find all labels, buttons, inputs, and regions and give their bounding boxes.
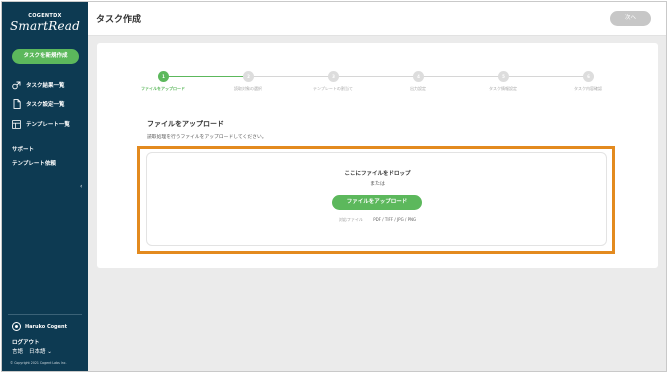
step-connector <box>424 76 503 77</box>
document-icon <box>12 99 21 109</box>
page-title: タスク作成 <box>96 15 142 25</box>
step-3-label: テンプレートの割当て <box>313 86 353 91</box>
avatar <box>12 322 21 331</box>
sidebar-item-label: テンプレート一覧 <box>26 122 70 128</box>
page-header: タスク作成 次へ <box>88 2 666 36</box>
template-icon <box>12 119 21 129</box>
step-connector <box>339 76 418 77</box>
step-6-dot: 6 <box>583 71 594 82</box>
language-row: 言語 日本語 ⌄ <box>12 347 52 355</box>
drop-or-text: または <box>369 181 385 187</box>
step-connector <box>169 76 248 77</box>
step-2-dot: 2 <box>243 71 254 82</box>
sidebar-item-task-settings[interactable]: タスク設定一覧 <box>12 98 65 110</box>
sidebar-item-templates[interactable]: テンプレート一覧 <box>12 118 70 130</box>
step-5-dot: 5 <box>498 71 509 82</box>
supported-file-types: 対応ファイル PDF / TIFF / JPG / PNG <box>147 217 608 223</box>
language-select[interactable]: 日本語 ⌄ <box>29 347 52 355</box>
step-4-label: 出力設定 <box>410 86 426 91</box>
sidebar-divider <box>8 314 82 315</box>
step-1-dot: 1 <box>158 71 169 82</box>
template-request-link[interactable]: テンプレート依頼 <box>12 159 56 167</box>
sidebar-item-task-results[interactable]: タスク結果一覧 <box>12 79 65 91</box>
stepper: 1 2 3 4 5 6 ファイルをアップロード 読取対象の選択 テンプレートの割… <box>97 43 658 103</box>
logout-link[interactable]: ログアウト <box>12 338 40 346</box>
step-2-label: 読取対象の選択 <box>234 86 262 91</box>
supported-types-value: PDF / TIFF / JPG / PNG <box>373 217 417 222</box>
drop-title: ここにファイルをドロップ <box>344 171 411 177</box>
copyright: © Copyright 2021 Cogent Labs Inc. <box>10 361 67 365</box>
supported-label: 対応ファイル <box>338 217 363 222</box>
user-profile[interactable]: Haruko Cogent <box>12 322 67 331</box>
collapse-sidebar-icon[interactable]: ‹ <box>80 183 82 190</box>
sidebar-item-label: タスク設定一覧 <box>26 102 65 108</box>
next-button[interactable]: 次へ <box>610 11 651 26</box>
language-label: 言語 <box>12 349 24 355</box>
section-description: 読取処理を行うファイルをアップロードしてください。 <box>147 135 267 140</box>
step-3-dot: 3 <box>328 71 339 82</box>
user-name: Haruko Cogent <box>25 323 67 330</box>
section-title: ファイルをアップロード <box>147 120 224 128</box>
step-connector <box>509 76 588 77</box>
step-5-label: タスク情報設定 <box>489 86 517 91</box>
sidebar: COGENTDX SmartRead タスクを新規作成 タスク結果一覧 タスク設… <box>2 2 88 371</box>
support-link[interactable]: サポート <box>12 145 34 153</box>
brand-logo[interactable]: SmartRead <box>2 19 88 33</box>
task-results-icon <box>12 80 21 90</box>
file-dropzone[interactable]: ここにファイルをドロップ または ファイルをアップロード 対応ファイル PDF … <box>146 152 607 246</box>
step-connector <box>254 76 333 77</box>
step-1-label: ファイルをアップロード <box>141 86 185 91</box>
sidebar-item-label: タスク結果一覧 <box>26 83 65 89</box>
step-6-label: タスク内容確認 <box>574 86 602 91</box>
new-task-button[interactable]: タスクを新規作成 <box>12 49 79 64</box>
step-4-dot: 4 <box>413 71 424 82</box>
upload-file-button[interactable]: ファイルをアップロード <box>332 195 422 210</box>
app-window: COGENTDX SmartRead タスクを新規作成 タスク結果一覧 タスク設… <box>1 1 667 372</box>
